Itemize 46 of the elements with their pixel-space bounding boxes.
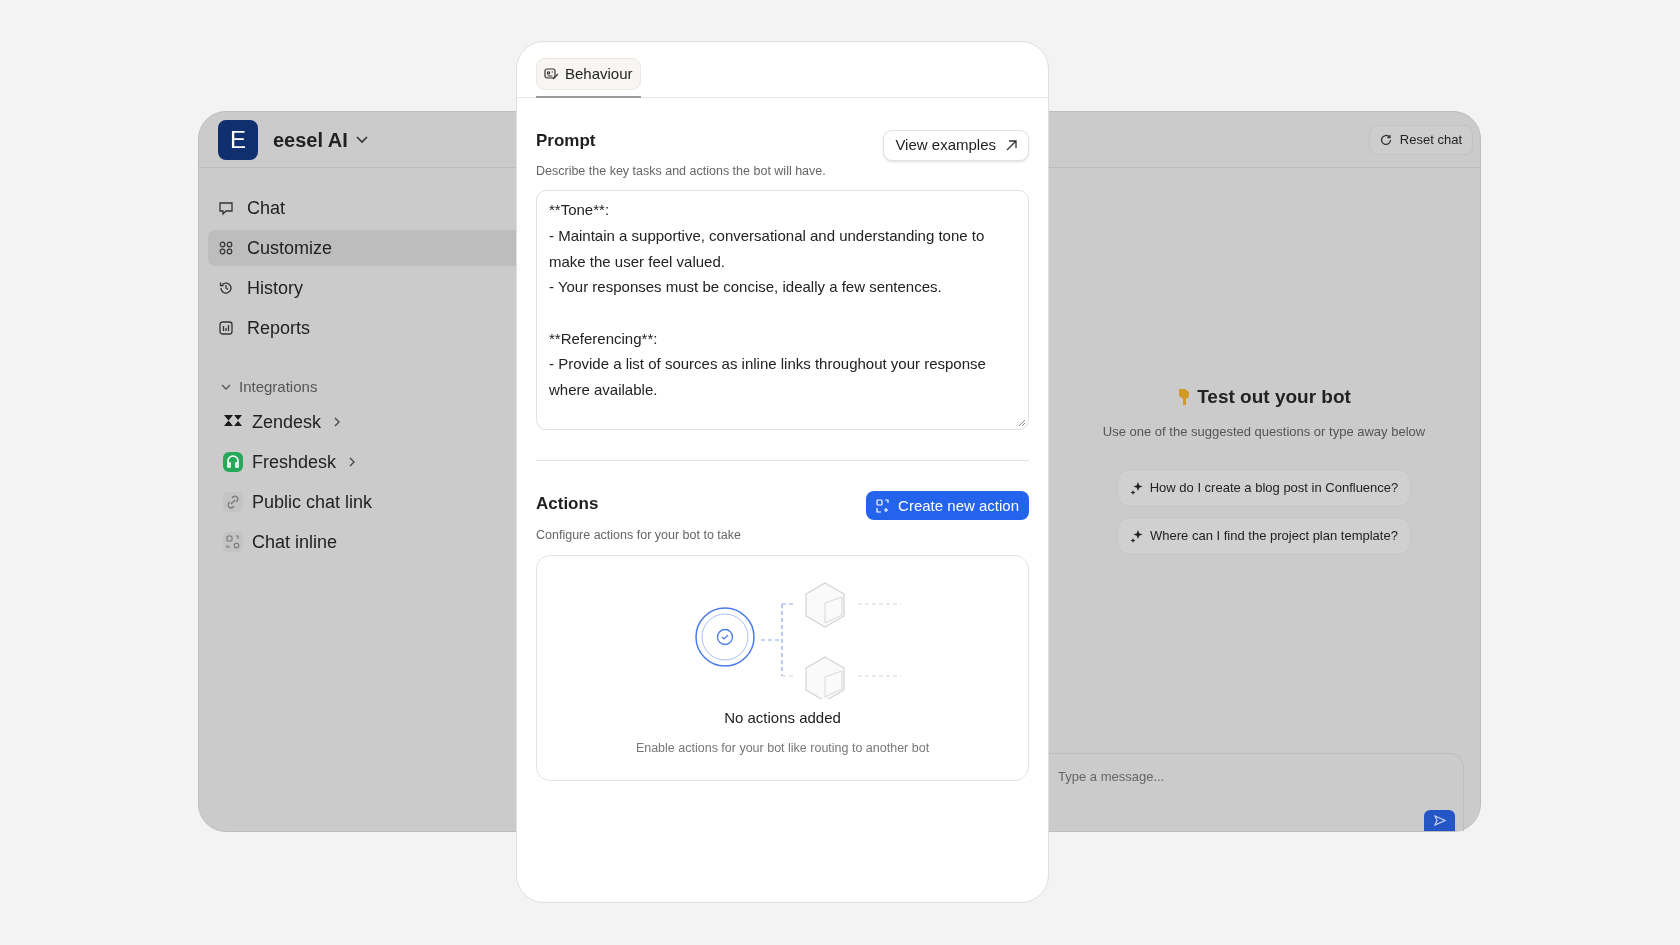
actions-description: Configure actions for your bot to take bbox=[536, 526, 741, 544]
history-icon bbox=[218, 280, 234, 296]
create-action-button[interactable]: Create new action bbox=[866, 491, 1029, 521]
send-icon bbox=[1433, 815, 1446, 826]
empty-state-title: No actions added bbox=[724, 707, 841, 728]
integration-item[interactable]: Chat inline bbox=[223, 522, 517, 562]
nav-item[interactable]: Chat bbox=[208, 190, 517, 226]
prompt-field[interactable]: **Tone**: - Maintain a supportive, conversational and understanding tone to make the user feel valued. - Your responses must be concise, ideally a few sentences. **Referencing**: - Provide a list of sources as inline links throughout your response where available. bbox=[536, 190, 1029, 431]
sparkle-icon bbox=[1129, 481, 1143, 495]
nav-item[interactable]: History bbox=[208, 270, 517, 306]
grid-circles-icon bbox=[218, 240, 234, 256]
chat-inline-icon bbox=[223, 532, 243, 552]
chat-title: Test out your bot bbox=[1197, 385, 1351, 409]
suggested-question[interactable]: How do I create a blog post in Confluence? bbox=[1116, 469, 1412, 507]
chat-subtitle: Use one of the suggested questions or type away below bbox=[1102, 422, 1426, 441]
document-pen-icon bbox=[544, 67, 559, 81]
chat-bubble-icon bbox=[218, 200, 234, 216]
send-button[interactable] bbox=[1424, 810, 1455, 831]
empty-state-text: Enable actions for your bot like routing to another bot bbox=[635, 740, 930, 757]
arrow-up-right-icon bbox=[1006, 140, 1017, 151]
prompt-description: Describe the key tasks and actions the bot will have. bbox=[536, 162, 826, 180]
workspace-logo: E bbox=[218, 119, 258, 160]
workspace-switcher[interactable]: eesel AI bbox=[273, 124, 368, 155]
chevron-right-icon bbox=[334, 417, 341, 427]
integration-item[interactable]: Public chat link bbox=[223, 482, 517, 522]
pointing-hand-icon bbox=[1177, 388, 1192, 407]
link-icon bbox=[223, 492, 243, 512]
headset-logo-icon bbox=[223, 452, 243, 472]
chevron-down-icon bbox=[355, 135, 368, 144]
suggested-question[interactable]: Where can I find the project plan template? bbox=[1117, 517, 1411, 555]
action-scan-icon bbox=[876, 498, 891, 513]
chevron-right-icon bbox=[349, 457, 356, 467]
view-examples-button[interactable]: View examples bbox=[883, 130, 1029, 161]
message-input[interactable]: Type a message... bbox=[1058, 767, 1453, 787]
prompt-heading: Prompt bbox=[536, 130, 597, 152]
reset-chat-button[interactable]: Reset chat bbox=[1368, 124, 1473, 155]
actions-heading: Actions bbox=[536, 493, 600, 516]
bar-chart-icon bbox=[218, 320, 234, 336]
refresh-icon bbox=[1379, 133, 1392, 146]
chevron-down-icon bbox=[221, 384, 231, 390]
nav-item[interactable]: Customize bbox=[208, 230, 517, 266]
resize-handle-icon[interactable] bbox=[1018, 419, 1026, 428]
integration-item[interactable]: Zendesk bbox=[223, 402, 517, 442]
nav-item[interactable]: Reports bbox=[208, 310, 517, 346]
sparkle-icon bbox=[1130, 529, 1144, 543]
integration-item[interactable]: Freshdesk bbox=[223, 442, 517, 482]
